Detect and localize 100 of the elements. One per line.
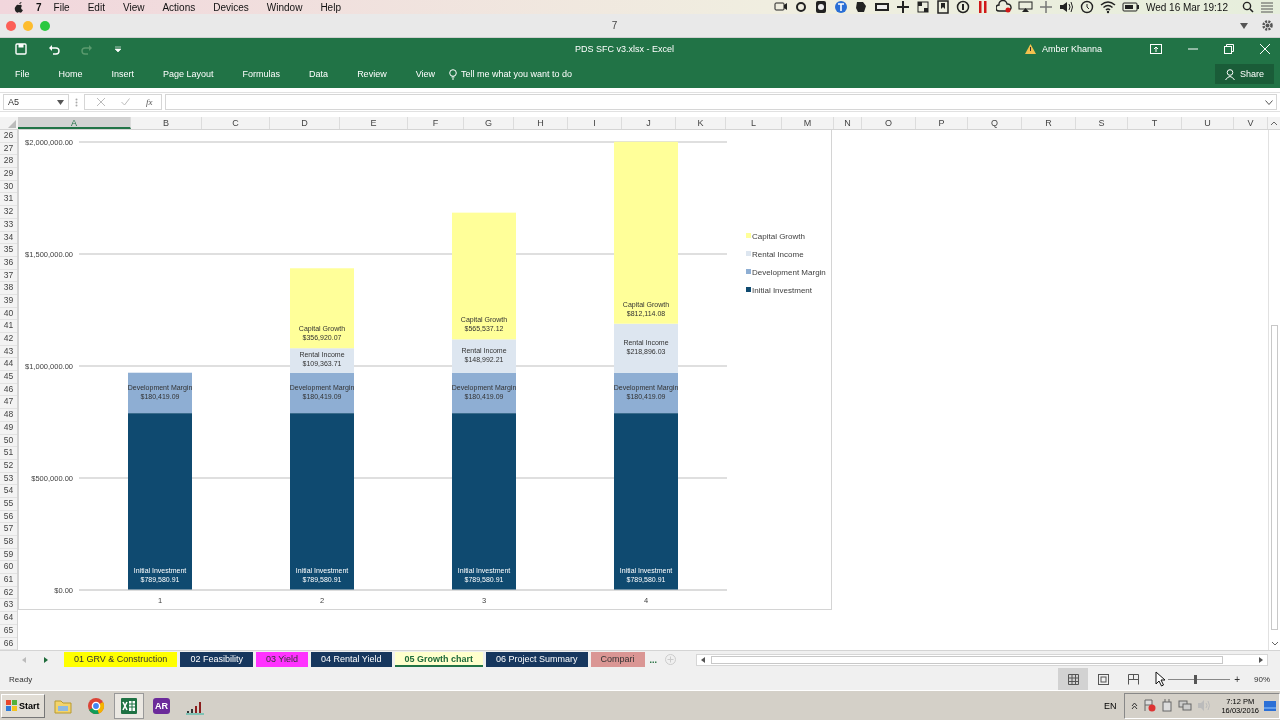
volume-icon[interactable] bbox=[1058, 0, 1074, 14]
row-header[interactable]: 61 bbox=[0, 574, 17, 587]
ribbon-tab[interactable]: Data bbox=[309, 66, 329, 82]
scroll-right-icon[interactable] bbox=[1257, 655, 1265, 664]
show-desktop-icon[interactable] bbox=[1264, 700, 1276, 711]
row-header[interactable]: 33 bbox=[0, 218, 17, 232]
row-header[interactable]: 58 bbox=[0, 536, 17, 549]
column-header[interactable]: O bbox=[862, 117, 916, 129]
column-header[interactable]: V bbox=[1234, 117, 1268, 129]
letter-t-circle-icon[interactable] bbox=[833, 0, 848, 14]
row-header[interactable]: 39 bbox=[0, 294, 17, 308]
row-header[interactable]: 53 bbox=[0, 472, 17, 486]
row-header[interactable]: 26 bbox=[0, 130, 17, 143]
apple-icon[interactable] bbox=[14, 1, 24, 13]
row-header[interactable]: 44 bbox=[0, 358, 17, 372]
row-header[interactable]: 55 bbox=[0, 497, 17, 511]
ribbon-tab[interactable]: Formulas bbox=[242, 66, 281, 82]
screen-mirror-icon[interactable] bbox=[1017, 0, 1033, 14]
caret-icon[interactable] bbox=[57, 99, 64, 105]
column-header[interactable]: D bbox=[270, 117, 340, 129]
clock-text[interactable]: Wed 16 Mar 19:12 bbox=[1145, 1, 1228, 13]
ribbon-tab[interactable]: Page Layout bbox=[163, 66, 214, 82]
row-header[interactable]: 48 bbox=[0, 409, 17, 422]
scroll-thumb[interactable] bbox=[711, 655, 1223, 664]
tab-next-icon[interactable] bbox=[42, 655, 50, 664]
row-header[interactable]: 47 bbox=[0, 396, 17, 410]
menu-item[interactable]: Edit bbox=[87, 1, 105, 13]
save-icon[interactable] bbox=[15, 43, 27, 55]
ribbon-tab[interactable]: Home bbox=[58, 66, 83, 82]
menu-item[interactable]: Help bbox=[320, 1, 341, 13]
row-header[interactable]: 29 bbox=[0, 168, 17, 181]
row-header[interactable]: 40 bbox=[0, 307, 17, 321]
dropdown-caret-icon[interactable] bbox=[1239, 21, 1249, 30]
row-header[interactable]: 56 bbox=[0, 510, 17, 524]
sheet-tab[interactable]: 04 Rental Yield bbox=[310, 652, 392, 667]
column-header[interactable]: P bbox=[916, 117, 968, 129]
row-header[interactable]: 59 bbox=[0, 548, 17, 562]
row-header[interactable]: 57 bbox=[0, 523, 17, 536]
row-header[interactable]: 50 bbox=[0, 434, 17, 448]
row-header[interactable]: 45 bbox=[0, 371, 17, 384]
menu-item[interactable]: File bbox=[53, 1, 70, 13]
menu-item[interactable]: View bbox=[122, 1, 145, 13]
column-header[interactable]: Q bbox=[968, 117, 1022, 129]
close-icon[interactable] bbox=[1260, 44, 1270, 54]
column-header[interactable]: G bbox=[464, 117, 514, 129]
row-header[interactable]: 32 bbox=[0, 206, 17, 219]
ribbon-display-icon[interactable] bbox=[1150, 44, 1162, 54]
share-button[interactable]: Share bbox=[1214, 64, 1274, 84]
ribbon-tab[interactable]: View bbox=[415, 66, 435, 82]
column-header[interactable]: A bbox=[18, 117, 131, 129]
undo-icon[interactable] bbox=[48, 43, 60, 55]
menu-item[interactable]: Actions bbox=[162, 1, 196, 13]
row-header[interactable]: 63 bbox=[0, 599, 17, 613]
more-tabs-button[interactable]: ... bbox=[649, 654, 658, 665]
scroll-down-icon[interactable] bbox=[1270, 640, 1280, 648]
ribbon-tab[interactable]: Review bbox=[357, 66, 387, 82]
row-header[interactable]: 65 bbox=[0, 624, 17, 638]
flag-error-icon[interactable] bbox=[1143, 699, 1157, 712]
bookmark-icon[interactable] bbox=[935, 0, 950, 14]
sheet-tab[interactable]: 03 Yield bbox=[255, 652, 308, 667]
row-header[interactable]: 34 bbox=[0, 231, 17, 245]
search-icon[interactable] bbox=[1242, 1, 1254, 13]
info-icon[interactable] bbox=[955, 0, 970, 14]
name-box[interactable]: A5 bbox=[3, 94, 69, 110]
settings-icon[interactable] bbox=[1261, 19, 1274, 32]
restore-icon[interactable] bbox=[1224, 44, 1234, 54]
move-icon[interactable] bbox=[1038, 0, 1053, 14]
row-header[interactable]: 38 bbox=[0, 282, 17, 295]
row-header[interactable]: 31 bbox=[0, 193, 17, 207]
row-header[interactable]: 62 bbox=[0, 586, 17, 600]
scroll-thumb[interactable] bbox=[1271, 325, 1278, 630]
app-button[interactable]: AR bbox=[146, 692, 177, 719]
app-menu[interactable]: 7 bbox=[36, 1, 42, 13]
ribbon-tab[interactable]: Insert bbox=[111, 66, 135, 82]
column-header[interactable]: K bbox=[676, 117, 726, 129]
row-header[interactable]: 41 bbox=[0, 320, 17, 333]
column-header[interactable]: S bbox=[1076, 117, 1128, 129]
row-header[interactable]: 28 bbox=[0, 155, 17, 169]
ribbon-tab[interactable]: File bbox=[15, 66, 30, 82]
sheet-tab[interactable]: Compari bbox=[590, 652, 645, 667]
power-plug-icon[interactable] bbox=[1161, 699, 1174, 712]
row-header[interactable]: 43 bbox=[0, 345, 17, 359]
column-header[interactable]: H bbox=[514, 117, 568, 129]
column-header[interactable]: F bbox=[408, 117, 464, 129]
row-header[interactable]: 36 bbox=[0, 256, 17, 270]
scroll-left-icon[interactable] bbox=[699, 655, 708, 664]
spreadsheet-app-button[interactable] bbox=[113, 692, 144, 719]
user-name[interactable]: Amber Khanna bbox=[1041, 44, 1102, 54]
language-indicator[interactable]: EN bbox=[1103, 700, 1117, 711]
zoom-in-button[interactable]: + bbox=[1234, 673, 1240, 685]
row-header[interactable]: 42 bbox=[0, 333, 17, 346]
sheet-tab[interactable]: 01 GRV & Construction bbox=[64, 652, 178, 667]
sheet-tab[interactable]: 05 Growth chart bbox=[394, 652, 483, 667]
show-hidden-icon[interactable] bbox=[1131, 701, 1139, 710]
column-header[interactable]: J bbox=[622, 117, 676, 129]
column-header[interactable]: T bbox=[1128, 117, 1182, 129]
formula-input[interactable] bbox=[164, 94, 1277, 110]
row-header[interactable]: 27 bbox=[0, 142, 17, 156]
cloud-icon[interactable] bbox=[995, 0, 1012, 14]
network-icon[interactable] bbox=[1178, 699, 1193, 712]
